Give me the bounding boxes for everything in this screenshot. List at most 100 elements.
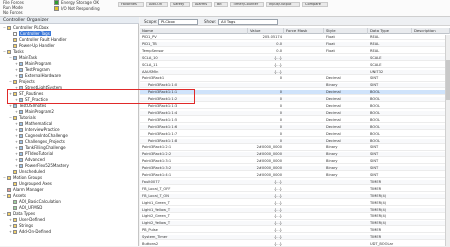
cell-force	[284, 83, 324, 88]
cell-value[interactable]: 0	[248, 132, 282, 137]
tree-item-label: Strings	[19, 223, 34, 228]
table-row[interactable]: SCLA_10 {...} SCALE	[140, 55, 450, 61]
organizer-title: Controller Organizer	[0, 17, 139, 24]
table-row[interactable]: AAUSMIn {...} UNIT32	[140, 69, 450, 75]
table-row[interactable]: PB_Pulse {...} TIMER	[140, 228, 450, 234]
tab-addon[interactable]: Add-On	[146, 2, 168, 7]
cell-value[interactable]: {...}	[248, 221, 282, 226]
cell-value[interactable]: {...}	[248, 194, 282, 199]
cell-value[interactable]: {...}	[248, 63, 282, 68]
table-row[interactable]: Light2_Green_T {...} TIMER(4)	[140, 214, 450, 220]
cell-value[interactable]: 2#0000_0000	[248, 166, 282, 171]
tree-item-label: Challenges_Projects	[25, 139, 65, 144]
table-row[interactable]: Light1_Green_T {...} TIMER(4)	[140, 201, 450, 206]
tree-item[interactable]: + Add-On-Defined	[9, 229, 51, 235]
tab-alarms[interactable]: Alarms	[192, 2, 212, 7]
cell-type: BOOL	[370, 90, 381, 95]
tab-input-output[interactable]: Input/Output	[266, 2, 300, 7]
table-row[interactable]: System_Timer {...} TIMER	[140, 235, 450, 241]
cell-value[interactable]	[248, 83, 282, 88]
cell-value[interactable]: {...}	[248, 70, 282, 75]
tab-favorites[interactable]: Favorites	[118, 2, 144, 7]
table-row[interactable]: Point3Rack1 0 Decimal SINT	[140, 76, 450, 82]
cell-type: TIMER	[370, 235, 382, 240]
cell-name: TempSensor	[142, 48, 164, 53]
table-row[interactable]: Point3Rack1:1:5 0 Decimal BOOL	[140, 118, 450, 123]
table-row[interactable]: Light1_Yellow_T {...} TIMER(4)	[140, 207, 450, 213]
table-row[interactable]: Light2_Yellow_T {...} TIMER(4)	[140, 221, 450, 227]
table-row[interactable]: Buttons2 {...} UDT_BOOLar	[140, 242, 450, 247]
cell-value[interactable]: 0	[248, 104, 282, 109]
cell-value[interactable]: 0	[248, 125, 282, 130]
cell-force	[284, 49, 324, 54]
table-row[interactable]: Point3Rack1:1:4 0 Decimal BOOL	[140, 110, 450, 117]
table-row[interactable]: FB_Local_T_OFF {...} TIMER	[140, 187, 450, 192]
table-row[interactable]: Point3Rack1:2:2 2#0000_0000 Binary SINT	[140, 152, 450, 158]
table-row[interactable]: Point3Rack1:1:7 0 Decimal BOOL	[140, 132, 450, 137]
status-no-forces: No Forces	[3, 10, 23, 15]
table-row[interactable]: Point3Rack1:1:0 Binary SINT	[140, 83, 450, 89]
cell-value[interactable]: {...}	[248, 201, 282, 206]
cell-value[interactable]: {...}	[248, 180, 282, 185]
table-row[interactable]: Point3Rack1:1:6 0 Decimal BOOL	[140, 124, 450, 130]
cell-type: UDT_BOOLar	[370, 242, 394, 246]
cell-value[interactable]: {...}	[248, 56, 282, 61]
show-select[interactable]: All Tags	[218, 19, 278, 25]
tab-timer-counter[interactable]: Timer/Counter	[230, 2, 264, 7]
tab-bit[interactable]: Bit	[214, 2, 228, 7]
col-description[interactable]: Description	[412, 28, 450, 34]
scrollbar-thumb[interactable]	[446, 60, 450, 100]
table-row[interactable]: Fault0077 {...} TIMER	[140, 179, 450, 186]
cell-type: TIMER	[370, 186, 382, 191]
tree-item-label: InterviewPractice	[25, 127, 60, 132]
cell-value[interactable]: 2#0000_0000	[248, 159, 282, 164]
tab-compare[interactable]: Compare	[302, 2, 328, 7]
table-row[interactable]: Point3Rack1:4:1 2#0000_0000 Binary SINT	[140, 173, 450, 179]
tree-item-label: Add-On-Defined	[19, 229, 52, 234]
cell-value[interactable]: {...}	[248, 228, 282, 233]
cell-value[interactable]: 2#0000_0000	[248, 145, 282, 150]
cell-force	[284, 194, 324, 199]
table-row[interactable]: Point3Rack1:1:8 0 Decimal BOOL	[140, 138, 450, 144]
table-row[interactable]: Point3Rack1:2:1 2#0000_0000 Binary SINT	[140, 145, 450, 151]
cell-value[interactable]: 2#0000_0000	[248, 173, 282, 178]
cell-force	[284, 235, 324, 240]
table-row[interactable]: PID1_TB 0.0 Float REAL	[140, 41, 450, 48]
table-row[interactable]: SCLA_11 {...} SCALE	[140, 63, 450, 68]
tree-item-label: Controller Tags	[19, 31, 51, 36]
table-row[interactable]: PID1_PV 205.05174 Float REAL	[140, 35, 450, 41]
table-row[interactable]: TempSensor 0.0 Float REAL	[140, 49, 450, 54]
col-name[interactable]: Name	[140, 28, 248, 34]
folder-icon	[13, 44, 17, 48]
cell-value[interactable]: 0	[248, 118, 282, 123]
col-force-mask[interactable]: Force Mask	[284, 28, 324, 34]
table-row[interactable]: Point3Rack1:3:1 2#0000_0000 Binary SINT	[140, 159, 450, 165]
cell-value[interactable]: 0.0	[248, 49, 282, 54]
cell-force	[284, 228, 324, 233]
col-data-type[interactable]: Data Type	[368, 28, 412, 34]
cell-value[interactable]: 2#0000_0000	[248, 152, 282, 157]
item-icon	[19, 146, 23, 150]
table-row[interactable]: FB_Local_T_ON {...} TIMER(4)	[140, 193, 450, 199]
cell-value[interactable]: {...}	[248, 214, 282, 219]
cell-value[interactable]: 0	[248, 97, 282, 102]
col-value[interactable]: Value	[248, 28, 284, 34]
cell-value[interactable]: 0	[248, 76, 282, 81]
scope-select[interactable]: PLCbox	[158, 19, 198, 25]
cell-value[interactable]: 0	[248, 139, 282, 144]
cell-value[interactable]: {...}	[248, 235, 282, 240]
cell-value[interactable]: 205.05174	[248, 35, 282, 40]
cell-force	[284, 90, 324, 95]
cell-value[interactable]: {...}	[248, 242, 282, 247]
table-row[interactable]: Point3Rack1:3:2 2#0000_0000 Binary SINT	[140, 166, 450, 172]
table-row[interactable]: Point3Rack1:1:3 0 Decimal BOOL	[140, 104, 450, 110]
col-style[interactable]: Style	[324, 28, 368, 34]
tree-item-label: MainProgram	[25, 61, 52, 66]
tab-safety[interactable]: Safety	[170, 2, 190, 7]
cell-value[interactable]: 0	[248, 90, 282, 95]
cell-value[interactable]: 0	[248, 111, 282, 116]
cell-value[interactable]: {...}	[248, 187, 282, 192]
tree-item-label: TankFillingChallenge	[25, 145, 66, 150]
cell-value[interactable]: {...}	[248, 208, 282, 213]
cell-value[interactable]: 0.0	[248, 42, 282, 47]
